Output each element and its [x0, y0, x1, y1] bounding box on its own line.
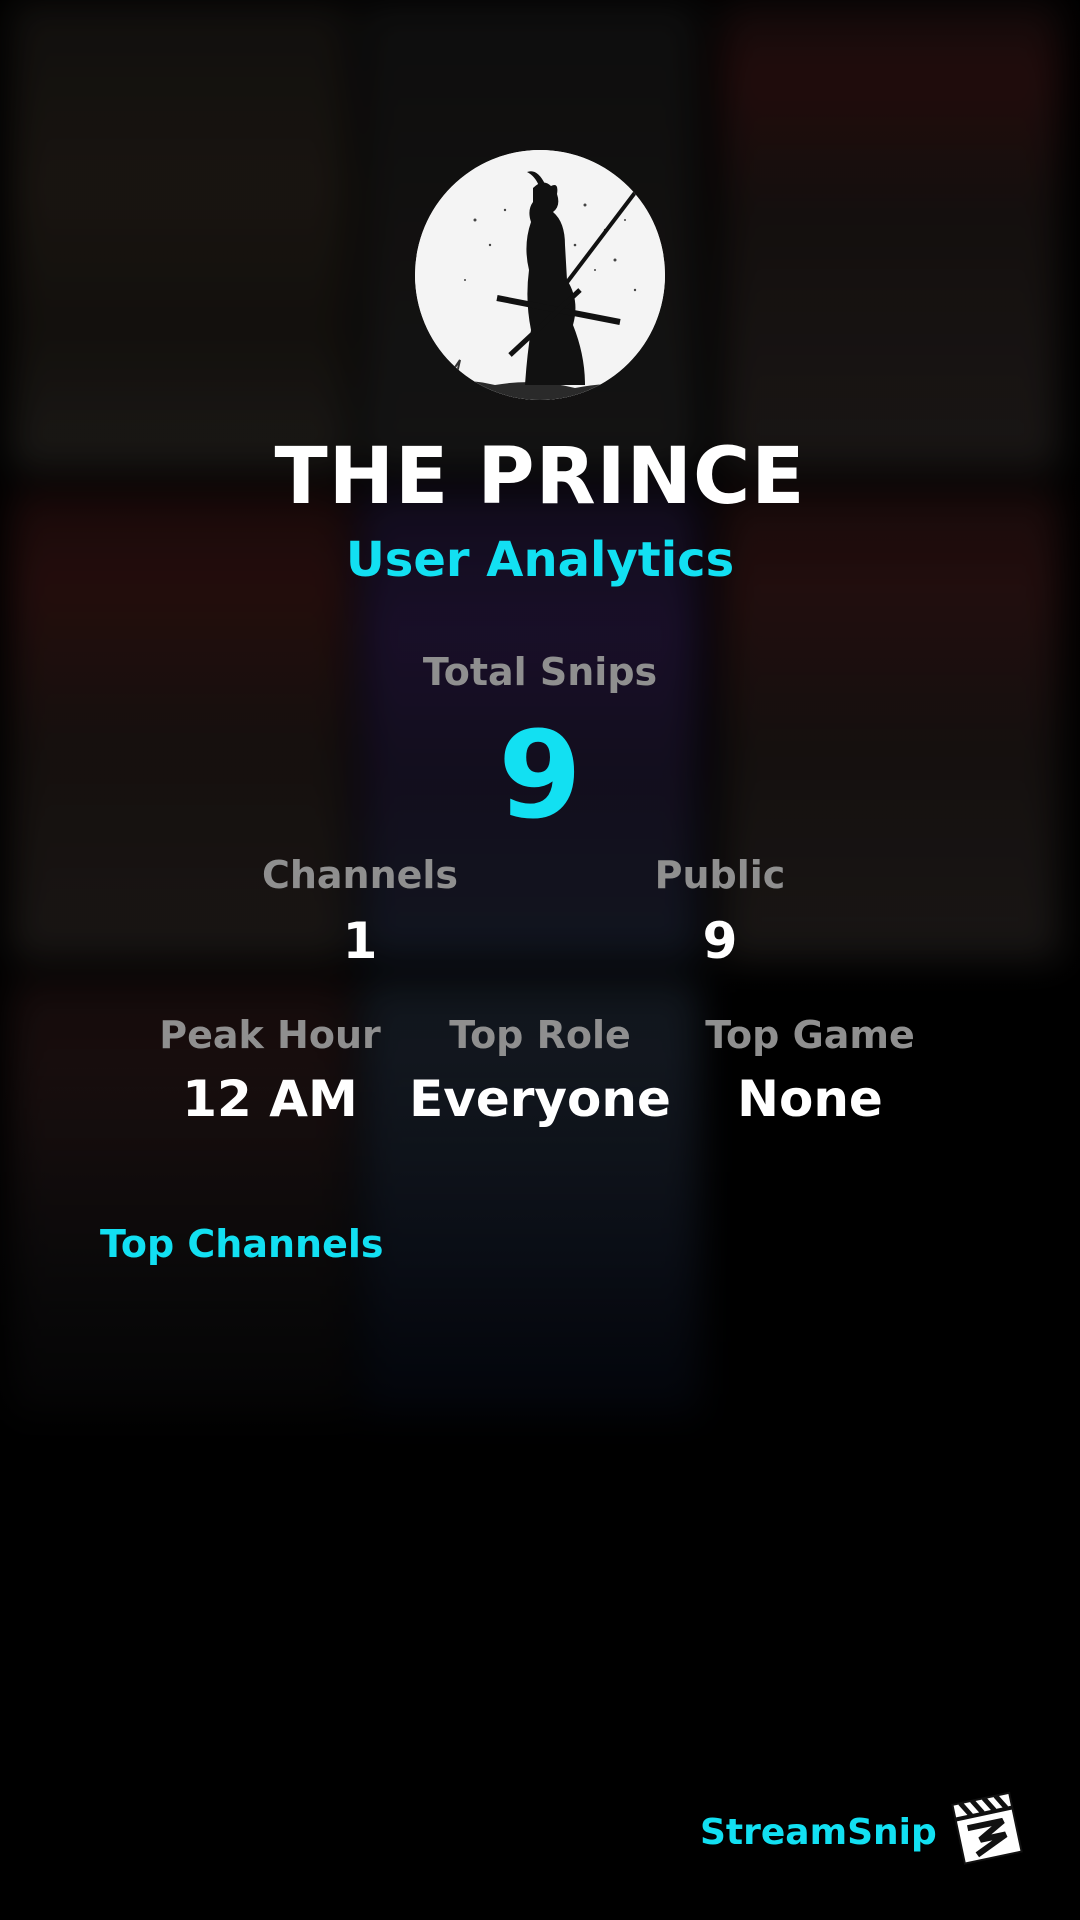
samurai-silhouette-avatar: [415, 150, 665, 400]
public-label: Public: [654, 853, 786, 897]
channels-label: Channels: [261, 853, 459, 897]
peak-hour-label: Peak Hour: [159, 1013, 381, 1057]
analytics-card: THE PRINCE User Analytics Total Snips 9 …: [0, 0, 1080, 1920]
top-channels-heading: Top Channels: [100, 1222, 384, 1266]
public-value: 9: [702, 912, 738, 970]
channels-value: 1: [342, 912, 378, 970]
total-snips-label: Total Snips: [422, 650, 658, 694]
total-snips-value: 9: [498, 707, 582, 846]
top-game-label: Top Game: [705, 1013, 915, 1057]
top-game-value: None: [737, 1070, 883, 1128]
page-subtitle: User Analytics: [345, 532, 735, 588]
brand-name: StreamSnip: [700, 1812, 937, 1853]
peak-hour-value: 12 AM: [182, 1070, 358, 1128]
clapperboard-logo-icon: [948, 1788, 1028, 1868]
page-title: THE PRINCE: [274, 432, 806, 522]
top-role-value: Everyone: [409, 1070, 671, 1128]
avatar: [415, 150, 665, 400]
analytics-content: THE PRINCE User Analytics Total Snips 9 …: [0, 0, 1080, 1920]
top-role-label: Top Role: [449, 1013, 631, 1057]
